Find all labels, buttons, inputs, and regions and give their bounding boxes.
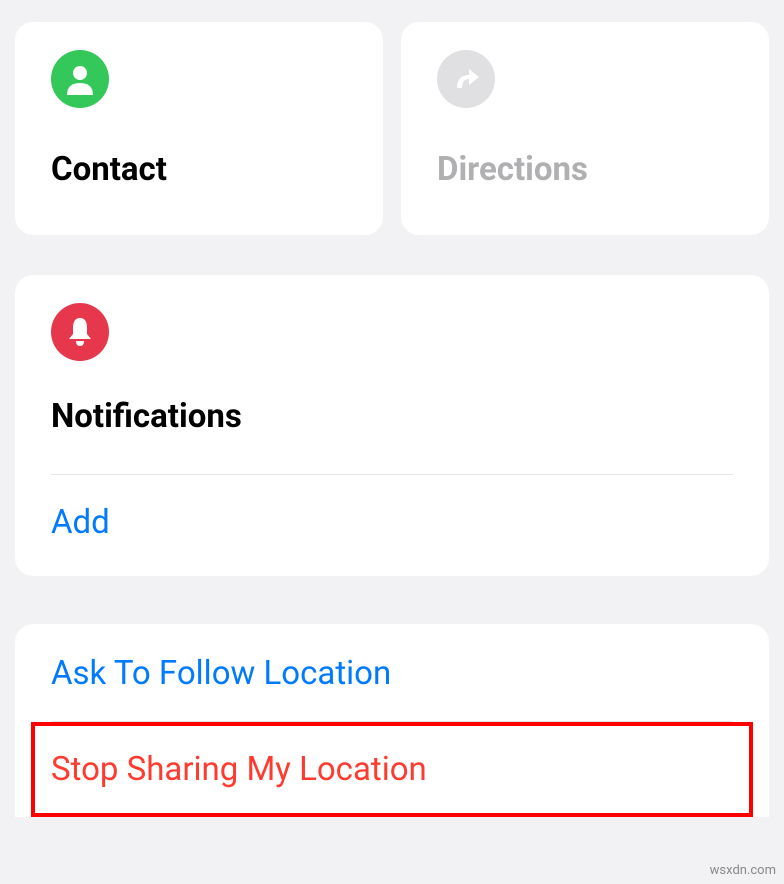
add-notification-button[interactable]: Add (51, 503, 733, 542)
stop-sharing-highlight: Stop Sharing My Location (31, 722, 753, 817)
location-actions-card: Ask To Follow Location Stop Sharing My L… (15, 624, 769, 817)
directions-card[interactable]: Directions (401, 22, 769, 235)
directions-label: Directions (437, 150, 733, 189)
top-cards-row: Contact Directions (0, 0, 784, 235)
stop-sharing-location-button[interactable]: Stop Sharing My Location (51, 750, 733, 789)
bell-icon (51, 303, 109, 361)
notifications-title: Notifications (51, 397, 733, 436)
notifications-card: Notifications Add (15, 275, 769, 576)
person-icon (51, 50, 109, 108)
directions-arrow-icon (437, 50, 495, 108)
ask-follow-location-button[interactable]: Ask To Follow Location (51, 654, 733, 721)
watermark: wsxdn.com (710, 863, 776, 878)
contact-card[interactable]: Contact (15, 22, 383, 235)
contact-label: Contact (51, 150, 347, 189)
divider (51, 474, 733, 475)
